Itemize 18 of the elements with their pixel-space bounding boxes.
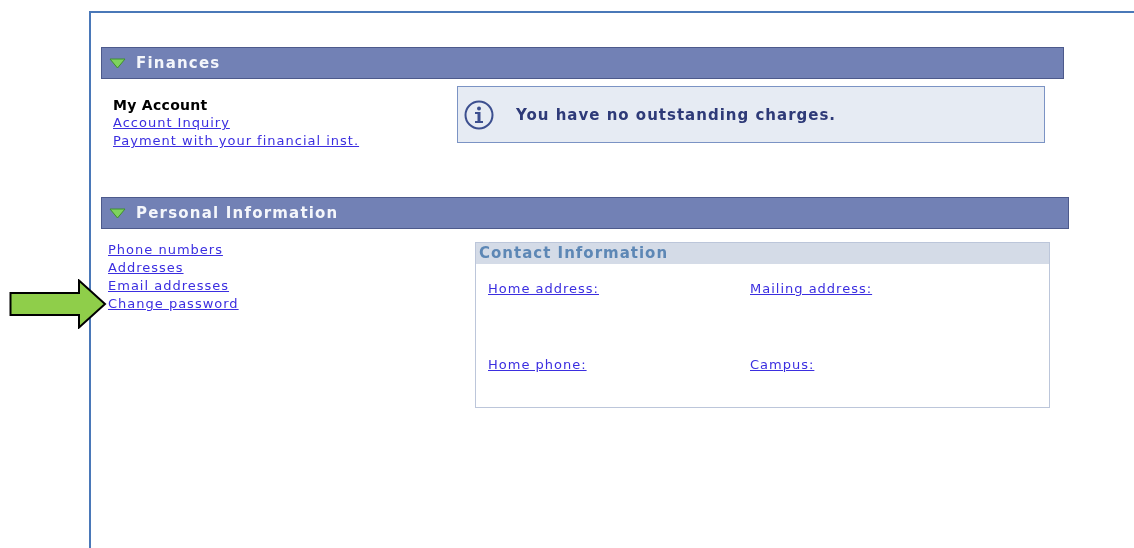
contact-link[interactable]: Home phone: [488, 357, 587, 372]
nav-link[interactable]: Account Inquiry [113, 114, 230, 132]
section-title: Personal Information [136, 204, 339, 222]
nav-link[interactable]: Email addresses [108, 277, 230, 295]
contact-panel-title: Contact Information [476, 243, 1049, 264]
group-title: My Account [113, 96, 209, 114]
contact-link[interactable]: Mailing address: [750, 281, 873, 296]
collapse-triangle-icon[interactable] [109, 207, 126, 219]
nav-link[interactable]: Payment with your financial inst. [113, 132, 360, 150]
info-message: You have no outstanding charges. [516, 105, 837, 124]
info-icon [464, 99, 494, 130]
contact-link[interactable]: Home address: [488, 281, 599, 296]
nav-link[interactable]: Addresses [108, 259, 184, 277]
contact-link[interactable]: Campus: [750, 357, 815, 372]
collapse-triangle-icon[interactable] [109, 57, 126, 69]
nav-link[interactable]: Phone numbers [108, 241, 223, 259]
section-title: Finances [136, 54, 221, 72]
nav-link[interactable]: Change password [108, 295, 239, 313]
